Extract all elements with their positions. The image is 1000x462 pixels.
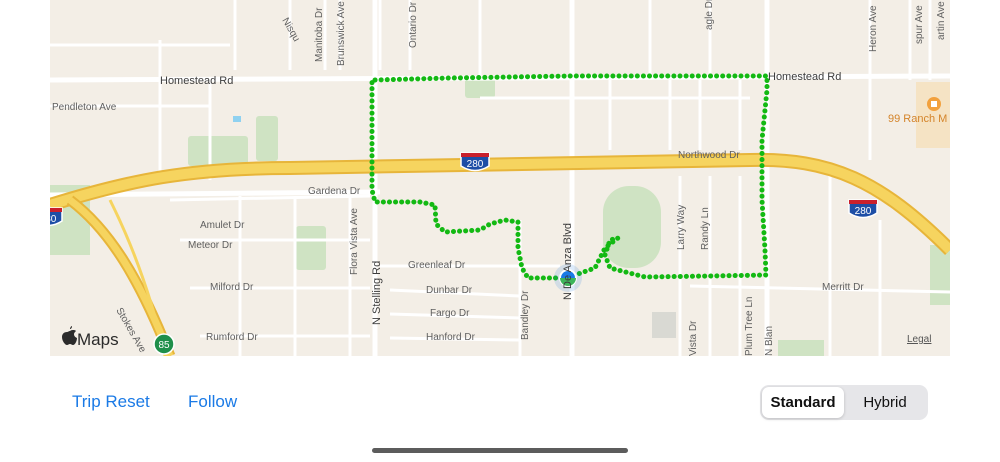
park: [256, 116, 278, 161]
legal-link[interactable]: Legal: [907, 334, 931, 345]
map-view[interactable]: 280 280 280 85 99 Ranch M Homestead Rd H…: [50, 0, 950, 356]
street-label: Plum Tree Ln: [744, 297, 755, 356]
street-label: Vista Dr: [688, 320, 699, 356]
i280-shield-left: 280: [50, 207, 63, 227]
street-label: Amulet Dr: [200, 220, 245, 231]
street-label: Meteor Dr: [188, 240, 233, 251]
street-label: Heron Ave: [868, 5, 879, 52]
i280-label: 280: [50, 214, 57, 225]
street-label: Ontario Dr: [408, 1, 419, 48]
trip-reset-button[interactable]: Trip Reset: [72, 392, 150, 412]
sr85-label: 85: [158, 340, 170, 351]
street-label: Fargo Dr: [430, 308, 470, 319]
street-label: Merritt Dr: [822, 282, 864, 293]
follow-button[interactable]: Follow: [188, 392, 237, 412]
i280-label: 280: [855, 206, 872, 217]
street-label: Gardena Dr: [308, 186, 361, 197]
street-label: spur Ave: [914, 5, 925, 44]
park: [778, 340, 824, 356]
park: [603, 186, 661, 268]
map-canvas: 280 280 280 85 99 Ranch M Homestead Rd H…: [50, 0, 950, 356]
street-label: Randy Ln: [700, 207, 711, 250]
street-label: Bandley Dr: [520, 290, 531, 340]
street-label: N Stelling Rd: [371, 261, 383, 325]
street-label: Flora Vista Ave: [349, 208, 360, 275]
map-type-hybrid[interactable]: Hybrid: [844, 387, 926, 418]
street-label: N De Anza Blvd: [562, 223, 574, 300]
street-label: N Blan: [764, 326, 775, 356]
street-label: agle Dr: [704, 0, 715, 30]
map-type-segmented-control[interactable]: Standard Hybrid: [760, 385, 928, 420]
street-label: Rumford Dr: [206, 332, 258, 343]
street-label: Northwood Dr: [678, 150, 740, 161]
sr85-shield: 85: [153, 333, 175, 355]
street-label: Manitoba Dr: [314, 7, 325, 62]
street-label: Milford Dr: [210, 282, 254, 293]
street-label: artin Ave: [936, 1, 947, 40]
street-label: Brunswick Ave: [336, 1, 347, 66]
map-type-standard[interactable]: Standard: [762, 387, 844, 418]
park: [296, 226, 326, 270]
poi-label: 99 Ranch M: [888, 113, 947, 125]
street-label: Dunbar Dr: [426, 285, 473, 296]
i280-label: 280: [467, 159, 484, 170]
i280-shield-right: 280: [848, 199, 878, 219]
street-label: Pendleton Ave: [52, 102, 117, 113]
park: [930, 245, 950, 305]
street-label: Homestead Rd: [768, 71, 841, 83]
home-indicator[interactable]: [372, 448, 628, 453]
street-label: Homestead Rd: [160, 75, 233, 87]
park: [188, 136, 248, 166]
park: [465, 78, 495, 98]
i280-shield-center: 280: [460, 152, 490, 172]
street-label: Hanford Dr: [426, 332, 476, 343]
water: [233, 116, 241, 122]
street-label: Greenleaf Dr: [408, 260, 466, 271]
maps-logo-text: Maps: [77, 330, 119, 349]
street-label: Larry Way: [676, 205, 687, 250]
building-block: [652, 312, 676, 338]
